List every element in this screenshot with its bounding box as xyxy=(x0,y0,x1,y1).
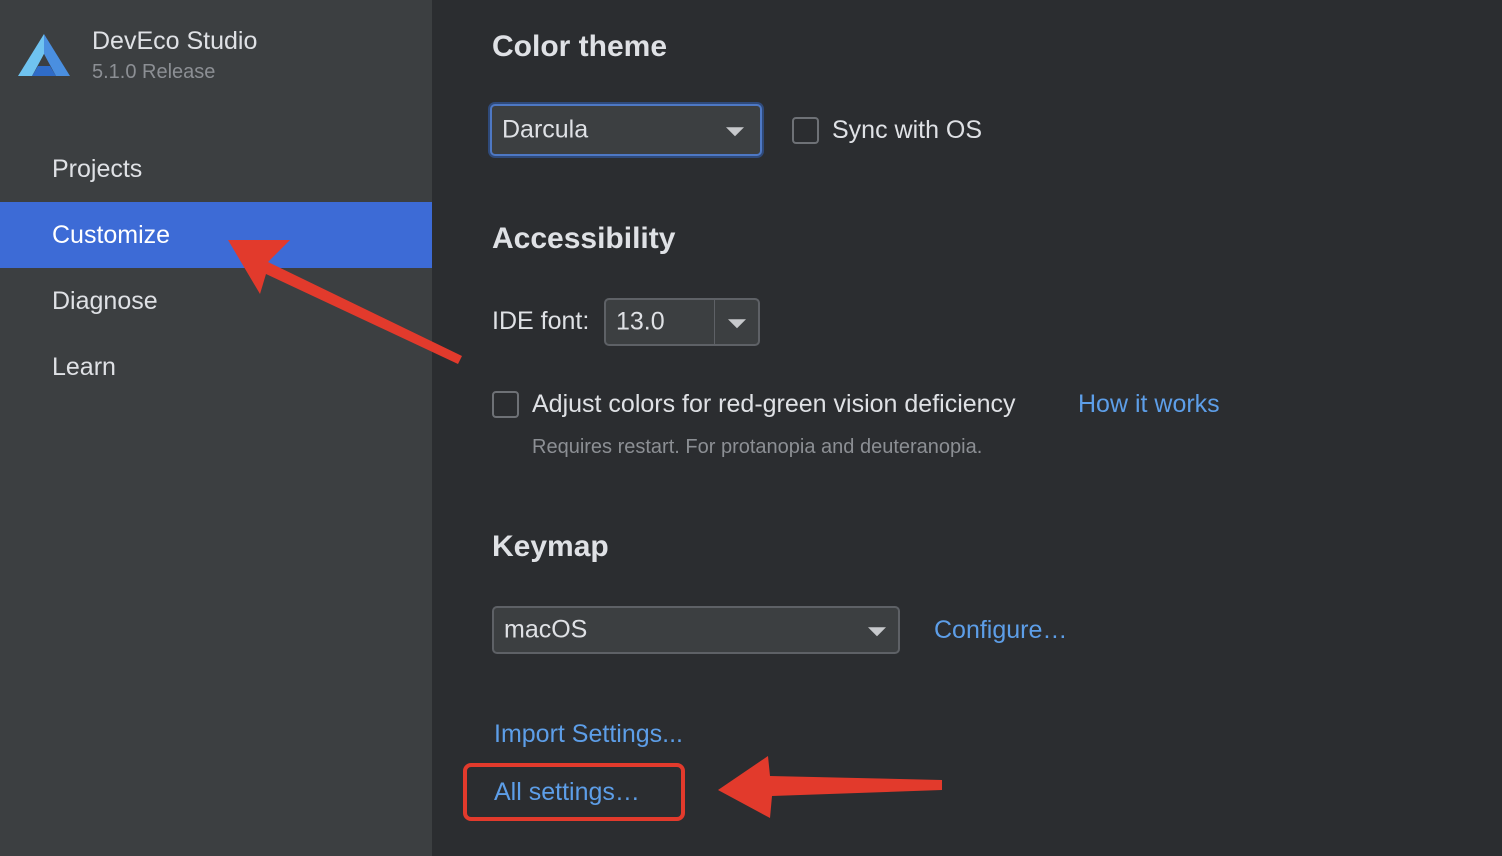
adjust-colors-checkbox[interactable] xyxy=(492,391,519,418)
combo-divider xyxy=(714,300,715,344)
adjust-colors-label: Adjust colors for red-green vision defic… xyxy=(532,390,1016,418)
customize-panel: Color theme Darcula Sync with OS Accessi… xyxy=(432,0,1502,856)
color-theme-dropdown[interactable]: Darcula xyxy=(490,104,762,156)
ide-font-combo[interactable]: 13.0 xyxy=(604,298,760,346)
color-theme-title: Color theme xyxy=(492,30,668,63)
chevron-down-icon xyxy=(868,627,886,637)
ide-font-label: IDE font: xyxy=(492,307,590,335)
sidebar-item-diagnose[interactable]: Diagnose xyxy=(0,268,432,334)
app-name: DevEco Studio xyxy=(92,27,258,55)
keymap-title: Keymap xyxy=(492,530,609,563)
configure-keymap-link[interactable]: Configure… xyxy=(934,616,1067,645)
sidebar-item-projects[interactable]: Projects xyxy=(0,136,432,202)
accessibility-title: Accessibility xyxy=(492,222,676,255)
sync-with-os-checkbox[interactable] xyxy=(792,117,819,144)
sync-with-os-label: Sync with OS xyxy=(832,116,983,144)
sidebar-item-customize[interactable]: Customize xyxy=(0,202,432,268)
keymap-value: macOS xyxy=(504,615,588,644)
deveco-logo-icon xyxy=(18,34,70,76)
all-settings-highlight xyxy=(463,763,685,821)
color-theme-value: Darcula xyxy=(502,115,589,144)
keymap-dropdown[interactable]: macOS xyxy=(492,606,900,654)
ide-font-value: 13.0 xyxy=(616,307,665,336)
sidebar-item-learn[interactable]: Learn xyxy=(0,334,432,400)
app-version: 5.1.0 Release xyxy=(92,61,216,83)
chevron-down-icon xyxy=(728,319,746,329)
chevron-down-icon xyxy=(726,127,744,137)
sidebar: DevEco Studio 5.1.0 Release Projects Cus… xyxy=(0,0,432,856)
import-settings-link[interactable]: Import Settings... xyxy=(494,720,683,749)
how-it-works-link[interactable]: How it works xyxy=(1078,390,1220,419)
adjust-colors-hint: Requires restart. For protanopia and deu… xyxy=(532,436,983,458)
